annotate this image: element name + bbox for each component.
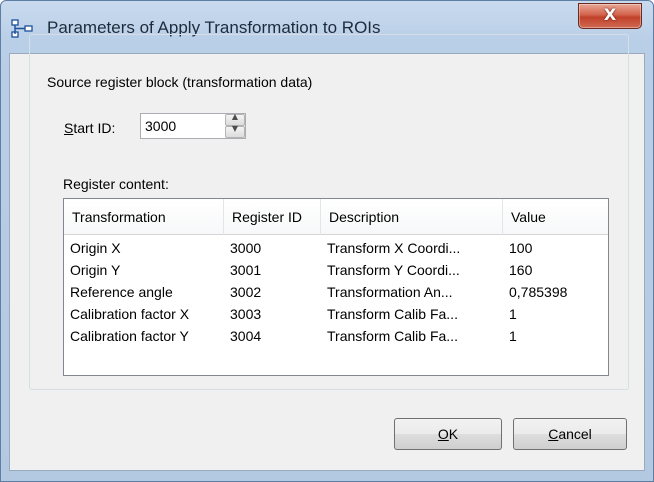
spin-down-button[interactable]: ▼ [225,124,245,138]
close-icon: X [603,5,617,24]
list-row[interactable]: Origin X 3000 Transform X Coordi... 100 [64,237,608,259]
cell-value: 1 [509,328,517,344]
cell-register-id: 3000 [230,240,262,256]
cancel-accelerator: C [548,426,559,442]
register-content-list[interactable]: Transformation Register ID Description V… [63,198,609,376]
groupbox-legend: Source register block (transformation da… [44,74,316,90]
column-header-register-id[interactable]: Register ID [224,199,321,235]
cell-value: 1 [509,306,517,322]
column-header-description[interactable]: Description [321,199,503,235]
cell-transformation: Origin X [70,240,121,256]
cell-description: Transform X Coordi... [327,240,461,256]
ok-label-text: K [448,426,459,442]
cell-register-id: 3004 [230,328,262,344]
list-row[interactable]: Reference angle 3002 Transformation An..… [64,281,608,303]
start-id-accelerator: S [64,120,74,136]
list-header: Transformation Register ID Description V… [64,199,608,235]
start-id-label-text: tart ID: [73,120,116,136]
start-id-spinner: ▲ ▼ [140,112,246,139]
cell-register-id: 3003 [230,306,262,322]
start-id-input[interactable] [141,114,223,138]
start-id-label: Start ID: [64,120,115,136]
column-header-value[interactable]: Value [503,199,608,235]
list-row[interactable]: Calibration factor X 3003 Transform Cali… [64,303,608,325]
cell-value: 0,785398 [509,284,568,300]
cell-register-id: 3001 [230,262,262,278]
cell-value: 160 [509,262,533,278]
cell-register-id: 3002 [230,284,262,300]
spin-up-icon: ▲ [231,112,239,121]
cell-description: Transformation An... [327,284,453,300]
close-button[interactable]: X [578,3,642,29]
cancel-label-text: ancel [558,426,592,442]
cell-description: Transform Calib Fa... [327,328,458,344]
spin-down-icon: ▼ [231,124,239,133]
list-row[interactable]: Calibration factor Y 3004 Transform Cali… [64,325,608,347]
register-content-label: Register content: [63,176,169,192]
cell-transformation: Calibration factor X [70,306,190,322]
ok-button[interactable]: OK [394,418,502,450]
cell-description: Transform Calib Fa... [327,306,458,322]
cancel-button[interactable]: Cancel [513,418,627,450]
column-header-transformation[interactable]: Transformation [64,199,224,235]
ok-accelerator: O [437,426,449,442]
cell-description: Transform Y Coordi... [327,262,460,278]
cell-transformation: Calibration factor Y [70,328,189,344]
cell-transformation: Reference angle [70,284,173,300]
list-row[interactable]: Origin Y 3001 Transform Y Coordi... 160 [64,259,608,281]
cell-value: 100 [509,240,533,256]
cell-transformation: Origin Y [70,262,121,278]
